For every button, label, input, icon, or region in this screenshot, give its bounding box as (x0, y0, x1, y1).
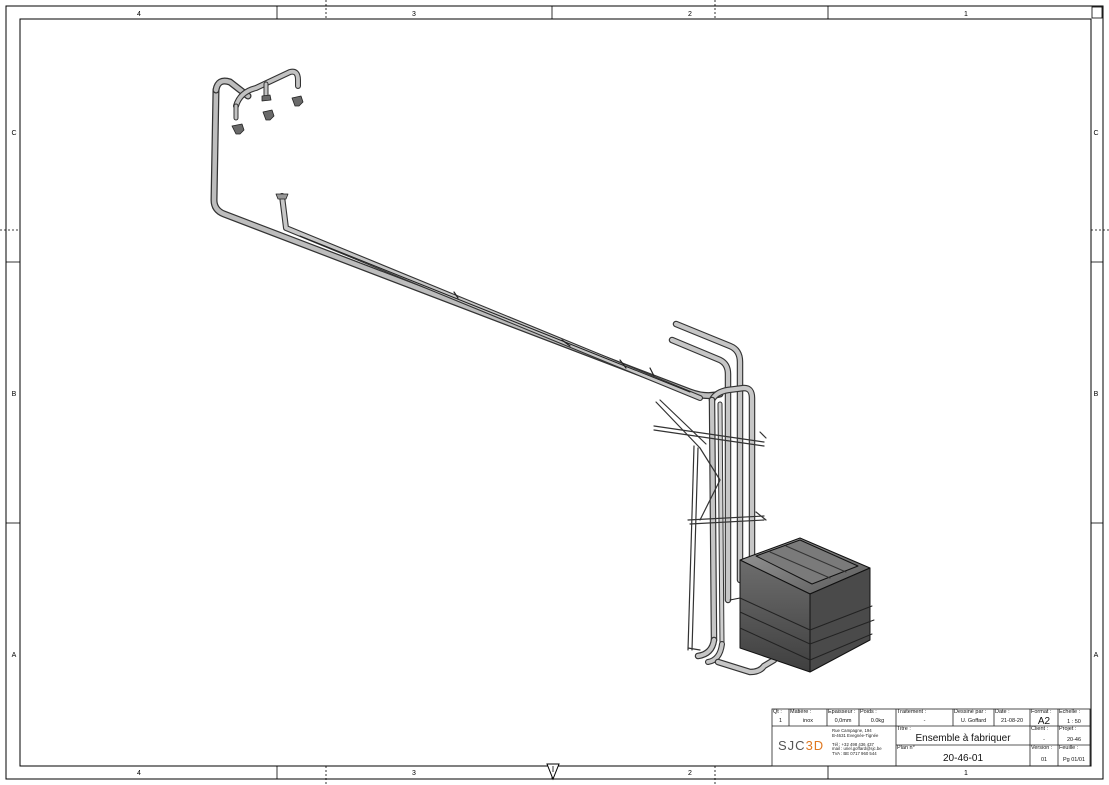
support-rail (299, 235, 691, 393)
drawn-by-label: Dessiné par : (954, 709, 987, 715)
corner-mark (1091, 6, 1103, 19)
plan-label: Plan n° (897, 745, 915, 751)
drawing-sheet: 4 3 2 1 4 3 2 1 C B A C B A (0, 0, 1109, 785)
sheet-label: Feuille : (1059, 745, 1079, 751)
zone-right-a: A (1094, 652, 1099, 659)
thickness-cell: Epaisseur : 0,0mm (827, 709, 859, 726)
qty-label: Qt : (773, 709, 782, 715)
client-value: - (1043, 737, 1045, 743)
format-cell: Format : A2 (1030, 709, 1058, 727)
zone-left-b: B (12, 391, 17, 398)
date-label: Date : (995, 709, 1010, 715)
project-cell: Projet : 20-46 (1058, 726, 1090, 745)
zone-bottom-3: 3 (412, 770, 416, 777)
address-line: B-4631 Evegnée-Tignée (832, 732, 879, 738)
logo-suffix: 3D (805, 738, 825, 753)
project-label: Projet : (1059, 726, 1077, 732)
scale-value: 1 : 50 (1067, 719, 1081, 725)
scale-cell: Echelle : 1 : 50 (1058, 709, 1090, 726)
project-value: 20-46 (1066, 737, 1082, 743)
title-cell: Titre : Ensemble à fabriquer (896, 726, 1030, 745)
zone-right-b: B (1094, 391, 1099, 398)
weight-cell: Poids : 0.0kg (859, 709, 896, 726)
treatment-cell: Traitement : - (896, 709, 953, 726)
title-value: Ensemble à fabriquer (915, 733, 1011, 744)
sheet-value: Pg 01/01 (1062, 757, 1086, 763)
zone-top-3: 3 (412, 11, 416, 18)
zone-ticks (6, 6, 1103, 779)
company-address: Rue Campagne, 194 B-4631 Evegnée-Tignée … (832, 728, 882, 757)
version-value: 01 (1040, 757, 1048, 763)
weight-label: Poids : (860, 709, 877, 715)
center-marks (0, 0, 1109, 785)
thickness-label: Epaisseur : (828, 709, 856, 715)
zone-bottom-4: 4 (137, 770, 141, 777)
title-label: Titre : (897, 726, 911, 732)
spray-nozzles (231, 94, 304, 200)
format-label: Format : (1031, 709, 1052, 715)
address-line: TVA : BE 0717 960 544 (832, 750, 877, 756)
material-label: Matière : (790, 709, 812, 715)
weight-value: 0.0kg (870, 718, 885, 724)
treatment-value: - (923, 718, 926, 724)
qty-cell: Qt : 1 (772, 709, 789, 726)
outer-frame (5, 5, 1104, 780)
plan-cell: Plan n° 20-46-01 (896, 745, 1030, 766)
tank (729, 537, 875, 673)
scale-label: Echelle : (1059, 709, 1081, 715)
sheet-cell: Feuille : Pg 01/01 (1058, 745, 1090, 766)
title-block: Qt : 1 Matière : inox Epaisseur : 0,0mm … (772, 709, 1090, 766)
zone-left-a: A (12, 652, 17, 659)
plan-value: 20-46-01 (942, 753, 984, 764)
treatment-label: Traitement : (897, 709, 927, 715)
thickness-value: 0,0mm (834, 718, 852, 724)
date-cell: Date : 21-08-20 (994, 709, 1030, 726)
zone-top-4: 4 (137, 11, 141, 18)
zone-top-2: 2 (688, 11, 692, 18)
inner-frame (19, 18, 1092, 767)
zone-top-1: 1 (964, 11, 968, 18)
client-label: Client : (1031, 726, 1049, 732)
qty-value: 1 (778, 718, 783, 724)
zone-bottom-2: 2 (688, 770, 692, 777)
drawn-by-value: U. Goffard (960, 718, 987, 724)
zone-left-c: C (11, 130, 16, 137)
main-pipe (210, 77, 724, 401)
version-label: Version : (1031, 745, 1053, 751)
date-value: 21-08-20 (1000, 718, 1024, 724)
material-value: inox (802, 718, 814, 724)
zone-right-c: C (1093, 130, 1098, 137)
zone-bottom-1: 1 (964, 770, 968, 777)
material-cell: Matière : inox (789, 709, 827, 726)
logo-prefix: SJC (778, 738, 806, 753)
piping-assembly (210, 68, 875, 676)
drawn-by-cell: Dessiné par : U. Goffard (953, 709, 994, 726)
company-logo: SJC3D (778, 738, 824, 753)
version-cell: Version : 01 (1030, 745, 1058, 766)
client-cell: Client : - (1030, 726, 1058, 745)
